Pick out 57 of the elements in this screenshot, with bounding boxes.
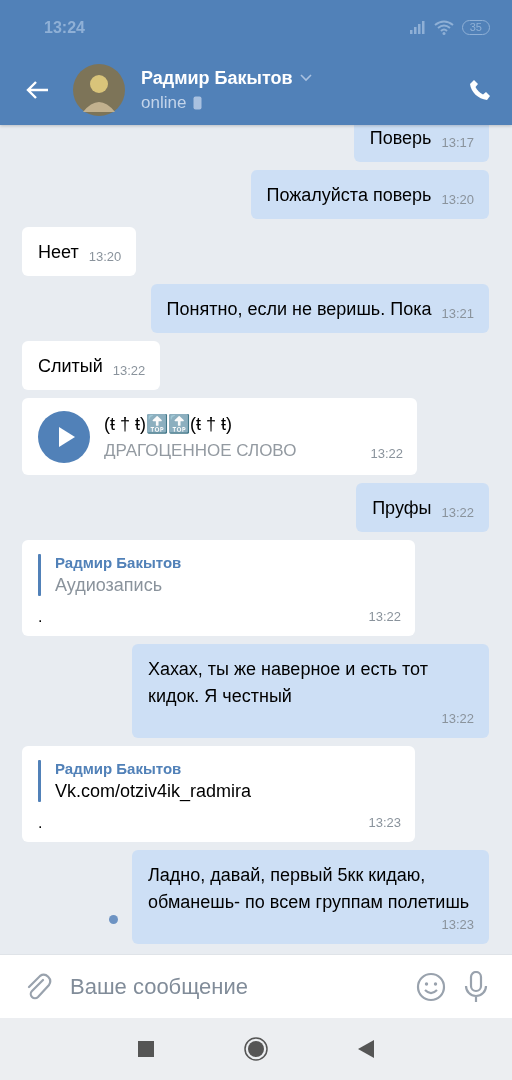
message-time: 13:22 (370, 445, 403, 463)
forwarded-message[interactable]: Радмир Бакытов Аудиозапись . 13:22 (22, 540, 415, 636)
message-time: 13:22 (368, 608, 401, 626)
message-text: Неет (38, 241, 79, 264)
quote-bar (38, 760, 41, 802)
phone-call-icon[interactable] (468, 78, 492, 102)
wifi-icon (433, 20, 454, 35)
message-bubble[interactable]: Хахах, ты же наверное и есть тот кидок. Я честный 13:22 (132, 644, 489, 738)
signal-icon (409, 21, 426, 34)
message-bubble[interactable]: Слитый 13:22 (22, 341, 161, 390)
message-time: 13:21 (441, 305, 474, 323)
message-text: Поверь (369, 127, 432, 150)
message-bubble[interactable]: Пруфы 13:22 (356, 483, 489, 532)
home-icon[interactable] (244, 1037, 268, 1061)
forwarded-message[interactable]: Радмир Бакытов Vk.com/otziv4ik_radmira . 13:23 (22, 746, 415, 842)
message-bubble[interactable]: Понятно, если не веришь. Пока 13:21 (150, 284, 489, 333)
audio-message[interactable]: (ŧ † ŧ)🔝🔝(ŧ † ŧ) ДРАГОЦЕННОЕ СЛОВО 13:22 (22, 398, 417, 475)
quote-bar (38, 554, 41, 596)
message-time: 13:17 (441, 134, 474, 152)
smiley-icon[interactable] (416, 971, 446, 1002)
message-time: 13:22 (441, 710, 474, 728)
message-text: Понятно, если не веришь. Пока (166, 298, 432, 321)
quote-author[interactable]: Радмир Бакытов (55, 760, 252, 777)
message-text: Пожалуйста поверь (266, 184, 432, 207)
message-field[interactable]: Ваше сообщение (0, 954, 512, 1018)
message-text: Хахах, ты же наверное и есть тот кидок. Я честный (148, 658, 429, 708)
message-text: Пруфы (372, 497, 432, 520)
phone-device-icon (193, 95, 203, 110)
track-title: (ŧ † ŧ)🔝🔝(ŧ † ŧ) (104, 413, 233, 435)
message-bubble[interactable]: Ладно, давай, первый 5кк кидаю, обманешь- по всем группам полетишь 13:23 (132, 850, 489, 944)
back-icon[interactable] (358, 1040, 374, 1058)
online-status: online (141, 92, 187, 113)
message-text: Ладно, давай, первый 5кк кидаю, обманешь- по всем группам полетишь (148, 864, 471, 914)
message-text: Слитый (38, 355, 103, 378)
message-text: . (38, 814, 43, 832)
message-input[interactable]: Ваше сообщение (70, 973, 398, 1000)
status-time: 13:24 (44, 18, 85, 37)
track-artist: ДРАГОЦЕННОЕ СЛОВО (104, 441, 297, 461)
chevron-down-icon[interactable] (299, 74, 312, 82)
message-bubble[interactable]: Неет 13:20 (22, 227, 137, 276)
back-arrow-icon[interactable] (25, 80, 49, 100)
play-button[interactable] (38, 411, 90, 463)
quote-author[interactable]: Радмир Бакытов (55, 554, 182, 571)
message-time: 13:20 (88, 248, 122, 266)
message-time: 13:20 (441, 191, 474, 209)
contact-name[interactable]: Радмир Бакытов (141, 67, 293, 89)
message-bubble[interactable]: Поверь 13:17 (353, 125, 489, 162)
quote-text: Аудиозапись (55, 575, 163, 596)
quote-text: Vk.com/otziv4ik_radmira (55, 781, 252, 802)
message-bubble[interactable]: Пожалуйста поверь 13:20 (250, 170, 489, 219)
microphone-icon[interactable] (464, 970, 488, 1003)
message-time: 13:23 (368, 814, 401, 832)
message-time: 13:22 (112, 362, 146, 380)
message-text: . (38, 608, 43, 626)
avatar[interactable] (73, 64, 125, 116)
message-time: 13:23 (441, 916, 474, 934)
message-time: 13:22 (441, 504, 474, 522)
